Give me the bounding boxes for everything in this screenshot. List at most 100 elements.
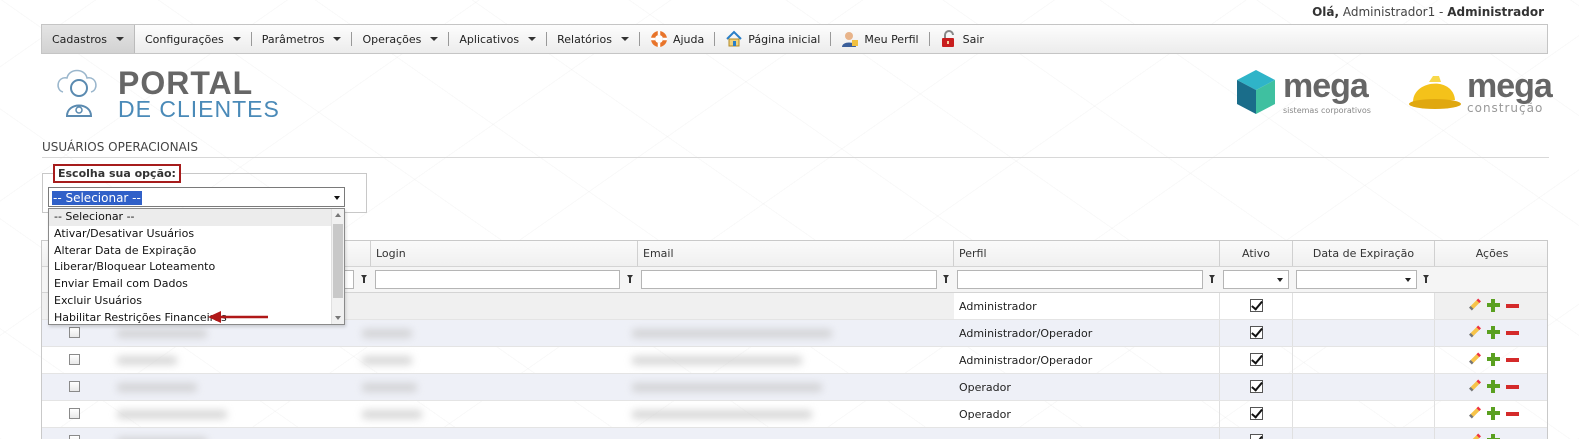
redacted-login — [362, 356, 412, 365]
user-role: Administrador — [1447, 5, 1544, 19]
edit-icon[interactable] — [1468, 407, 1481, 420]
add-icon[interactable] — [1487, 407, 1500, 420]
filter-icon[interactable] — [1209, 275, 1215, 283]
chevron-down-icon — [115, 37, 124, 41]
table-row[interactable]: Administrador/Operador — [42, 347, 1547, 374]
menu-cadastros[interactable]: Cadastros — [42, 25, 135, 53]
edit-icon[interactable] — [1468, 299, 1481, 312]
col-email-header[interactable]: Email — [638, 241, 954, 266]
col-login-header[interactable]: Login — [371, 241, 638, 266]
scroll-up-icon[interactable] — [335, 213, 341, 217]
option-select[interactable]: -- Selecionar -- — [48, 187, 345, 207]
add-icon[interactable] — [1487, 299, 1500, 312]
row-select-checkbox[interactable] — [69, 327, 80, 338]
option-item[interactable]: Enviar Email com Dados — [49, 276, 344, 293]
delete-icon[interactable] — [1506, 412, 1519, 416]
user-greeting: Olá, Administrador1 - Administrador — [1312, 5, 1544, 19]
user-name: Administrador1 - — [1342, 5, 1444, 19]
option-item[interactable]: -- Selecionar -- — [49, 209, 344, 226]
lifebuoy-icon — [650, 31, 667, 47]
mega-cube-icon — [1237, 70, 1275, 114]
menu-relatorios[interactable]: Relatórios — [547, 25, 639, 53]
table-row[interactable] — [42, 428, 1547, 439]
delete-icon[interactable] — [1506, 304, 1519, 308]
delete-icon[interactable] — [1506, 358, 1519, 362]
expiracao-cell — [1293, 293, 1435, 319]
col-perfil-header[interactable]: Perfil — [954, 241, 1220, 266]
menu-meu-perfil[interactable]: Meu Perfil — [831, 25, 928, 53]
option-item[interactable]: Ativar/Desativar Usuários — [49, 226, 344, 243]
option-item[interactable]: Habilitar Restrições Financeiras — [49, 310, 344, 327]
mega-name-2: mega — [1467, 67, 1553, 105]
option-dropdown-list: -- Selecionar -- Ativar/Desativar Usuári… — [48, 208, 345, 325]
page-title: USUÁRIOS OPERACIONAIS — [42, 140, 198, 154]
row-actions — [1468, 380, 1519, 393]
ativo-checkbox[interactable] — [1250, 434, 1263, 439]
email-filter-input[interactable] — [641, 270, 937, 289]
option-item[interactable]: Excluir Usuários — [49, 293, 344, 310]
expiracao-cell — [1293, 428, 1435, 439]
table-row[interactable]: Operador — [42, 401, 1547, 428]
table-row[interactable]: Operador — [42, 374, 1547, 401]
scroll-down-icon[interactable] — [335, 316, 341, 320]
col-ativo-header[interactable]: Ativo — [1220, 241, 1293, 266]
menu-pagina-inicial[interactable]: Página inicial — [715, 25, 830, 53]
login-filter-input[interactable] — [375, 270, 620, 289]
row-select-checkbox[interactable] — [69, 408, 80, 419]
filter-icon[interactable] — [361, 275, 367, 283]
row-select-checkbox[interactable] — [69, 435, 80, 439]
ativo-checkbox[interactable] — [1250, 299, 1263, 312]
menu-pagina-inicial-label: Página inicial — [748, 32, 821, 46]
row-select-checkbox[interactable] — [69, 354, 80, 365]
ativo-checkbox[interactable] — [1250, 326, 1263, 339]
filter-icon[interactable] — [627, 275, 633, 283]
menu-ajuda[interactable]: Ajuda — [640, 25, 714, 53]
add-icon[interactable] — [1487, 434, 1500, 439]
ativo-cell — [1220, 374, 1293, 400]
add-icon[interactable] — [1487, 380, 1500, 393]
exit-icon — [941, 30, 954, 47]
chevron-down-icon — [334, 196, 340, 200]
chevron-down-icon — [430, 37, 439, 41]
menu-meu-perfil-label: Meu Perfil — [864, 32, 919, 46]
expiracao-filter-select[interactable] — [1296, 270, 1417, 289]
ativo-checkbox[interactable] — [1250, 380, 1263, 393]
ativo-filter-select[interactable] — [1223, 270, 1289, 289]
add-icon[interactable] — [1487, 353, 1500, 366]
mega-sub-1: sistemas corporativos — [1283, 106, 1371, 115]
edit-icon[interactable] — [1468, 326, 1481, 339]
edit-icon[interactable] — [1468, 434, 1481, 439]
mega-corporativos-logo: mega sistemas corporativos — [1235, 68, 1371, 119]
menu-configuracoes[interactable]: Configurações — [135, 25, 251, 53]
row-select-checkbox[interactable] — [69, 381, 80, 392]
add-icon[interactable] — [1487, 326, 1500, 339]
menu-parametros[interactable]: Parâmetros — [252, 25, 352, 53]
filter-icon[interactable] — [943, 275, 949, 283]
menu-aplicativos[interactable]: Aplicativos — [449, 25, 546, 53]
filter-icon[interactable] — [1423, 275, 1429, 283]
ativo-checkbox[interactable] — [1250, 407, 1263, 420]
redacted-email — [632, 356, 802, 365]
delete-icon[interactable] — [1506, 331, 1519, 335]
dropdown-scrollbar[interactable] — [331, 209, 344, 324]
portal-logo: PORTAL DE CLIENTES — [55, 64, 279, 127]
expiracao-cell — [1293, 320, 1435, 346]
col-expiracao-header[interactable]: Data de Expiração — [1293, 241, 1435, 266]
option-item[interactable]: Alterar Data de Expiração — [49, 243, 344, 260]
edit-icon[interactable] — [1468, 380, 1481, 393]
edit-icon[interactable] — [1468, 353, 1481, 366]
red-arrow-annotation-icon — [208, 311, 268, 323]
row-actions — [1468, 299, 1519, 312]
option-item[interactable]: Liberar/Bloquear Loteamento — [49, 259, 344, 276]
menu-operacoes[interactable]: Operações — [352, 25, 448, 53]
perfil-filter-input[interactable] — [957, 270, 1203, 289]
menu-configuracoes-label: Configurações — [144, 32, 224, 46]
redacted-name — [117, 356, 177, 365]
delete-icon[interactable] — [1506, 385, 1519, 389]
expiracao-cell — [1293, 374, 1435, 400]
home-icon — [726, 30, 742, 47]
ativo-checkbox[interactable] — [1250, 353, 1263, 366]
greeting-prefix: Olá, — [1312, 5, 1340, 19]
scrollbar-thumb[interactable] — [333, 224, 343, 298]
menu-sair[interactable]: Sair — [930, 25, 994, 53]
